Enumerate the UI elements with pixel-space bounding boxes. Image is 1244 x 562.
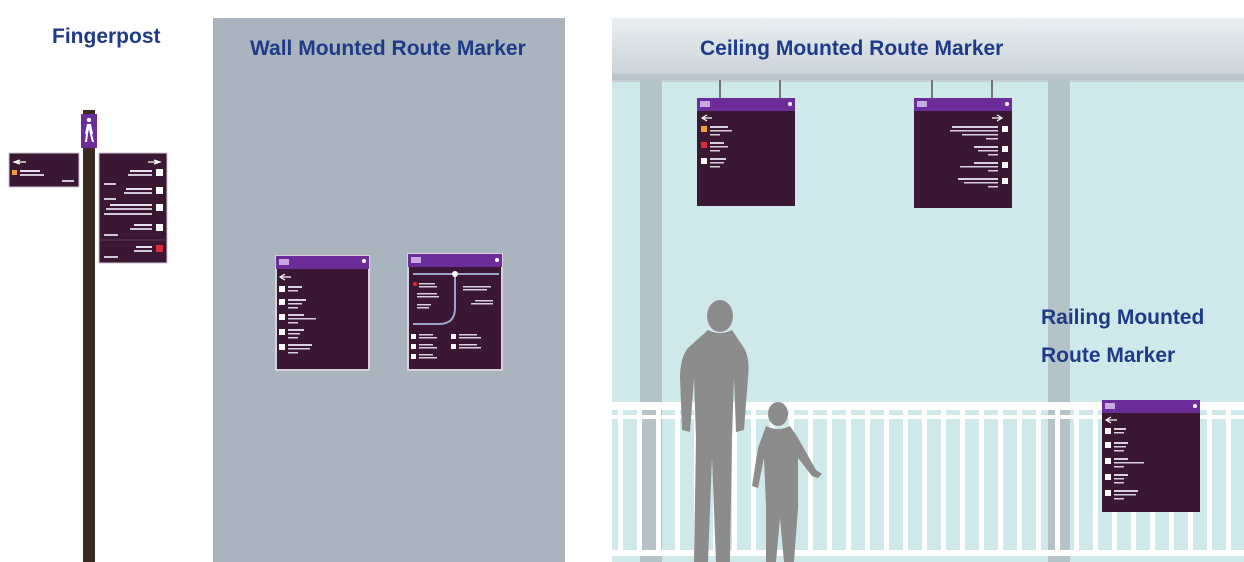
railing-baluster	[941, 410, 946, 556]
railing-baluster	[827, 410, 832, 556]
ceiling-scene	[612, 18, 1244, 562]
fingerpost-heading: Fingerpost	[52, 25, 161, 48]
railing-baluster	[1207, 410, 1212, 556]
wall-sign-map	[407, 253, 503, 371]
railing-baluster	[979, 410, 984, 556]
railing-sign	[1102, 400, 1200, 512]
ceiling-sign-left	[697, 80, 795, 206]
railing-baluster	[922, 410, 927, 556]
railing-baluster	[656, 410, 661, 556]
wall-signs	[275, 253, 503, 371]
railing-baluster	[903, 410, 908, 556]
wall-sign-list	[275, 255, 370, 371]
railing-baluster	[1055, 410, 1060, 556]
railing-baluster	[960, 410, 965, 556]
railing-heading: Railing Mounted Route Marker	[1041, 306, 1205, 367]
railing-baluster	[1226, 410, 1231, 556]
fingerpost-illustration	[8, 110, 168, 562]
railing-baluster	[1074, 410, 1079, 556]
railing-baluster	[846, 410, 851, 556]
railing-baluster	[1017, 410, 1022, 556]
ceiling-heading: Ceiling Mounted Route Marker	[700, 37, 1004, 60]
railing-baluster	[808, 410, 813, 556]
fingerpost-left-arm	[8, 152, 80, 188]
railing-baluster	[675, 410, 680, 556]
railing-baluster	[1093, 410, 1098, 556]
railing-baluster	[637, 410, 642, 556]
railing-baluster	[618, 410, 623, 556]
fingerpost-right-arm	[98, 152, 168, 264]
ceiling-sign-right	[914, 80, 1012, 208]
railing-baluster	[998, 410, 1003, 556]
railing-baluster	[865, 410, 870, 556]
railing-baluster	[884, 410, 889, 556]
railing-baluster	[1036, 410, 1041, 556]
fingerpost-pole	[83, 110, 95, 562]
